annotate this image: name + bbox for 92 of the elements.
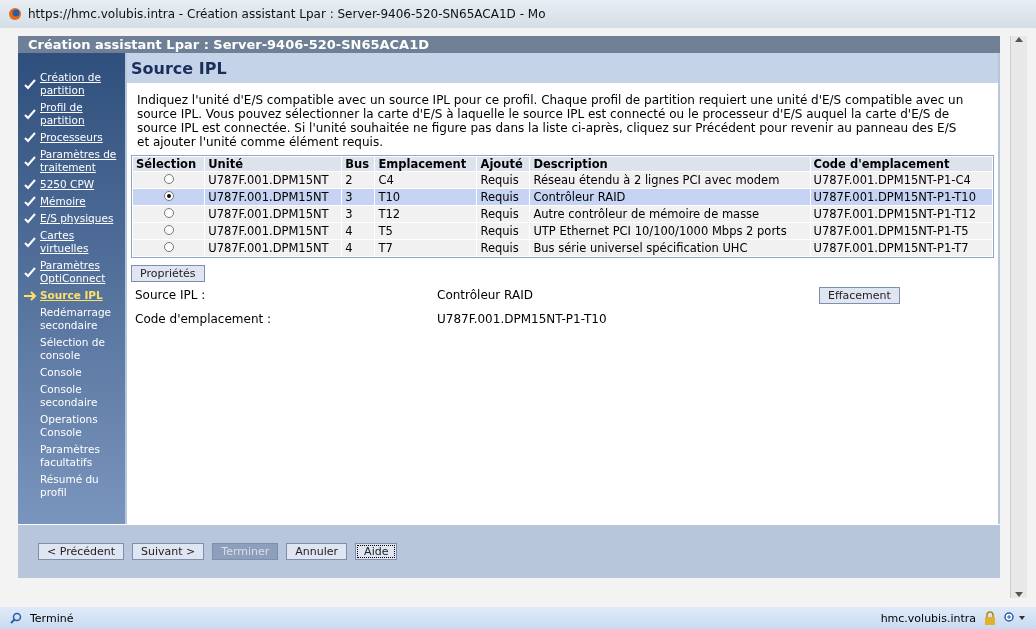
field-value: Contrôleur RAID	[437, 288, 534, 302]
zoom-icon[interactable]	[1004, 612, 1026, 624]
table-cell: U787F.001.DPM15NT	[205, 223, 342, 239]
table-cell: 4	[342, 240, 375, 256]
check-icon	[24, 213, 36, 224]
column-header: Description	[530, 157, 810, 171]
table-cell: Contrôleur RAID	[530, 189, 810, 205]
table-cell: U787F.001.DPM15NT	[205, 172, 342, 188]
radio-button[interactable]	[163, 191, 174, 201]
scroll-down-icon[interactable]	[1015, 592, 1023, 598]
table-cell: U787F.001.DPM15NT-P1-T7	[810, 240, 992, 256]
table-cell: 2	[342, 172, 375, 188]
table-cell: 3	[342, 206, 375, 222]
properties-button[interactable]: Propriétés	[131, 265, 205, 282]
scroll-up-icon[interactable]	[1015, 36, 1023, 42]
table-cell: U787F.001.DPM15NT-P1-C4	[810, 172, 992, 188]
table-cell: Bus série universel spécification UHC	[530, 240, 810, 256]
step-label: Redémarrage secondaire	[40, 306, 113, 332]
table-cell: U787F.001.DPM15NT	[205, 206, 342, 222]
column-header: Ajouté	[477, 157, 530, 171]
wizard-title: Création assistant Lpar : Server-9406-520-SN65ACA1D	[18, 36, 1000, 53]
table-cell: Requis	[477, 240, 530, 256]
step-label: Résumé du profil	[40, 473, 100, 499]
wizard-button[interactable]: Annuler	[286, 542, 348, 560]
step-label: Sélection de console	[40, 336, 106, 362]
table-cell: Requis	[477, 189, 530, 205]
table-cell: U787F.001.DPM15NT-P1-T5	[810, 223, 992, 239]
table-cell: Requis	[477, 206, 530, 222]
panel-title: Source IPL	[127, 53, 998, 83]
search-icon	[10, 612, 22, 624]
step-label: Operations Console	[40, 413, 99, 439]
sidebar-step[interactable]: Cartes virtuelles	[40, 229, 125, 255]
check-icon	[24, 108, 36, 120]
table-cell: Réseau étendu à 2 lignes PCI avec modem	[530, 172, 810, 188]
table-cell: C4	[375, 172, 477, 188]
table-cell: T5	[375, 223, 477, 239]
column-header: Unité	[205, 157, 342, 171]
host-text: hmc.volubis.intra	[880, 611, 976, 625]
table-cell: Requis	[477, 223, 530, 239]
table-cell: Requis	[477, 172, 530, 188]
table-cell: T12	[375, 206, 477, 222]
column-header: Bus	[342, 157, 375, 171]
sidebar-step[interactable]: Source IPL	[40, 289, 103, 302]
table-cell: Autre contrôleur de mémoire de masse	[530, 206, 810, 222]
table-cell: T7	[375, 240, 477, 256]
field-value: U787F.001.DPM15NT-P1-T10	[437, 312, 608, 326]
check-icon	[24, 236, 36, 248]
check-icon	[24, 196, 36, 207]
field-label: Code d'emplacement :	[135, 312, 273, 326]
intro-text: Indiquez l'unité d'E/S compatible avec un source IPL pour ce profil. Chaque profil de partition requiert une unité d'E/S compatible avec un source IPL. Vous pouvez sélectionner la carte d'E/S à laquelle le source IPL est connecté ou le processeur d'E/S auquel la carte d'E/S de source IPL est connectée. Si l'unité souhaitée ne figure pas dans la liste ci-après, cliquez sur Précédent pour revenir au panneau des E/S et ajouter l'unité comme élément requis.	[137, 93, 965, 149]
table-cell: U787F.001.DPM15NT	[205, 189, 342, 205]
sidebar-step[interactable]: Paramètres de traitement	[40, 148, 125, 174]
sidebar-step[interactable]: Mémoire	[40, 195, 86, 208]
sidebar-step[interactable]: Processeurs	[40, 131, 103, 144]
padlock-icon	[984, 611, 996, 625]
column-header: Sélection	[133, 157, 205, 171]
radio-button[interactable]	[163, 225, 174, 235]
check-icon	[24, 132, 36, 143]
browser-logo-icon	[8, 7, 22, 21]
sidebar-step[interactable]: 5250 CPW	[40, 178, 95, 191]
table-cell: 3	[342, 189, 375, 205]
radio-button[interactable]	[163, 242, 174, 252]
window-title: https://hmc.volubis.intra - Création assistant Lpar : Server-9406-520-SN65ACA1D - Mo	[28, 7, 546, 21]
clear-button[interactable]: Effacement	[819, 286, 900, 304]
arrow-icon	[23, 290, 37, 301]
wizard-button[interactable]: Aide	[355, 542, 398, 560]
wizard-button[interactable]: Suivant >	[132, 542, 205, 560]
sidebar-step[interactable]: Profil de partition	[40, 101, 125, 127]
table-cell: U787F.001.DPM15NT	[205, 240, 342, 256]
column-header: Code d'emplacement	[810, 157, 992, 171]
check-icon	[24, 266, 36, 278]
step-label: Console	[40, 366, 82, 379]
table-cell: 4	[342, 223, 375, 239]
table-cell: T10	[375, 189, 477, 205]
sidebar-step[interactable]: Paramètres OptiConnect	[40, 259, 125, 285]
sidebar-step[interactable]: Création de partition	[40, 71, 125, 97]
table-cell: U787F.001.DPM15NT-P1-T10	[810, 189, 992, 205]
column-header: Emplacement	[375, 157, 477, 171]
step-label: Paramètres facultatifs	[40, 443, 101, 469]
table-cell: UTP Ethernet PCI 10/100/1000 Mbps 2 ports	[530, 223, 810, 239]
sidebar-step[interactable]: E/S physiques	[40, 212, 114, 225]
check-icon	[24, 78, 36, 90]
wizard-button[interactable]: < Précédent	[38, 542, 125, 560]
radio-button[interactable]	[163, 208, 174, 218]
check-icon	[24, 155, 36, 167]
field-label: Source IPL :	[135, 288, 207, 302]
radio-button[interactable]	[163, 174, 174, 184]
scrollbar[interactable]	[1010, 36, 1027, 598]
table-cell: U787F.001.DPM15NT-P1-T12	[810, 206, 992, 222]
status-text: Terminé	[30, 611, 75, 625]
step-label: Console secondaire	[40, 383, 99, 409]
check-icon	[24, 179, 36, 190]
